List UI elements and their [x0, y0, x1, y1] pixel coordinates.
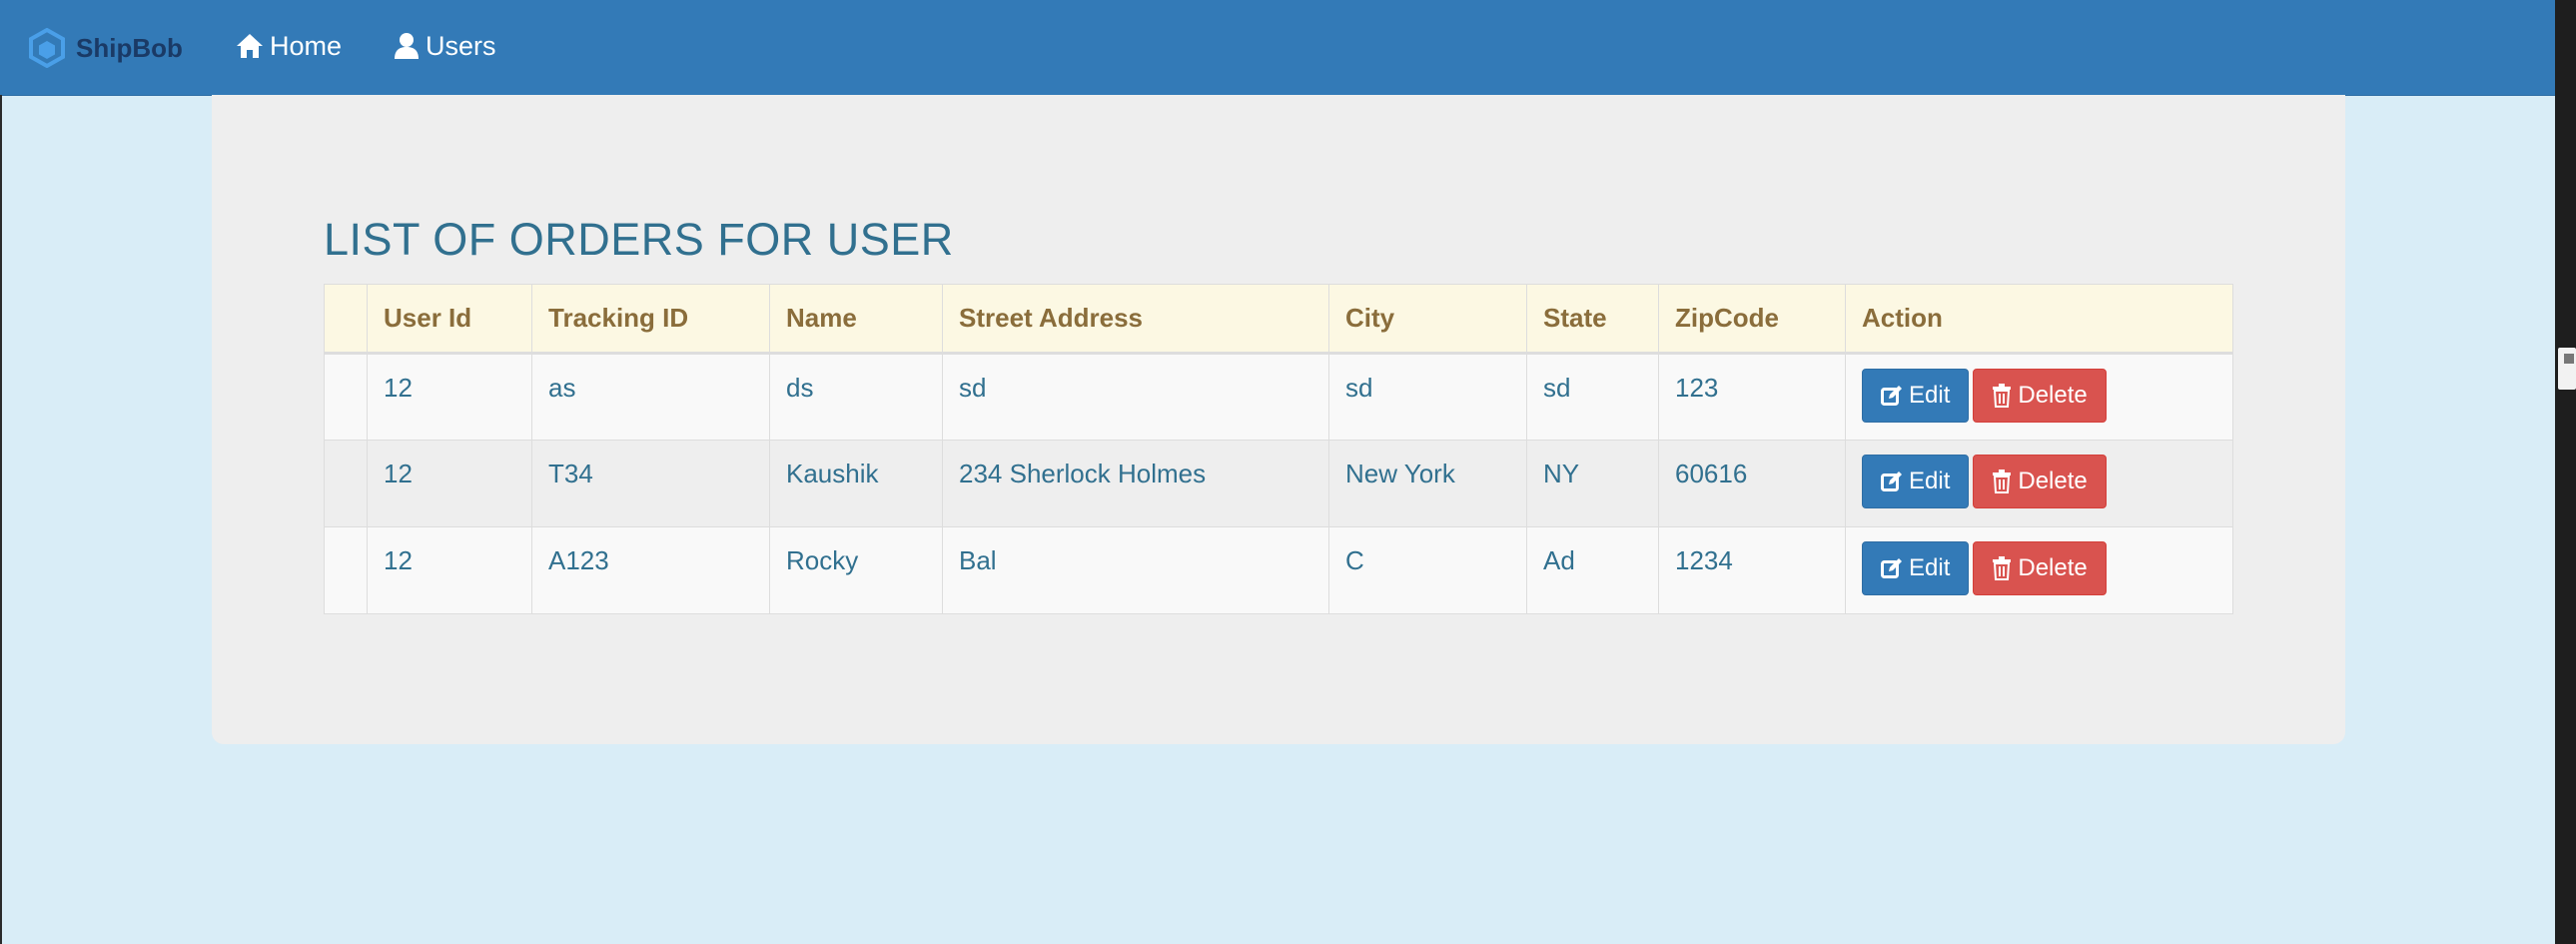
cell-action: Edit Delete [1845, 353, 2233, 441]
cell-state: NY [1526, 440, 1659, 527]
cell-user-id: 12 [367, 526, 532, 614]
row-blank-cell [324, 440, 368, 527]
cell-action: Edit Delete [1845, 526, 2233, 614]
column-header-user-id: User Id [367, 284, 532, 355]
cell-state: sd [1526, 353, 1659, 441]
column-header-state: State [1526, 284, 1659, 355]
cell-city: New York [1328, 440, 1527, 527]
orders-table: User Id Tracking ID Name Street Address … [324, 284, 2233, 614]
table-header-row: User Id Tracking ID Name Street Address … [324, 284, 2233, 355]
edit-button[interactable]: Edit [1862, 541, 1970, 595]
cell-user-id: 12 [367, 440, 532, 527]
cell-name: Rocky [769, 526, 943, 614]
delete-button[interactable]: Delete [1973, 369, 2107, 423]
delete-button-label: Delete [2018, 468, 2088, 494]
delete-button-label: Delete [2018, 382, 2088, 409]
cell-street-address: 234 Sherlock Holmes [942, 440, 1329, 527]
delete-button[interactable]: Delete [1973, 455, 2107, 508]
nav-users-label: Users [426, 30, 496, 61]
edit-button-label: Edit [1909, 382, 1951, 409]
cell-name: Kaushik [769, 440, 943, 527]
table-row: 12 A123 Rocky Bal C Ad 1234 Edit Delete [324, 526, 2233, 614]
edit-button-label: Edit [1909, 554, 1951, 581]
edit-button[interactable]: Edit [1862, 369, 1970, 423]
column-header-tracking-id: Tracking ID [531, 284, 770, 355]
window-left-edge [0, 95, 2, 944]
delete-button[interactable]: Delete [1973, 541, 2107, 595]
column-header-city: City [1328, 284, 1527, 355]
cell-street-address: sd [942, 353, 1329, 441]
column-header-name: Name [769, 284, 943, 355]
cell-name: ds [769, 353, 943, 441]
delete-button-label: Delete [2018, 554, 2088, 581]
trash-icon [1993, 470, 2012, 493]
edit-icon [1881, 472, 1902, 491]
edit-icon [1881, 386, 1902, 406]
cell-zipcode: 123 [1658, 353, 1846, 441]
brand-link[interactable]: ShipBob [28, 24, 183, 72]
shipbob-logo-icon [29, 28, 65, 68]
cell-tracking-id: T34 [531, 440, 770, 527]
top-navbar: ShipBob Home Users [0, 0, 2555, 96]
page-title: LIST OF ORDERS FOR USER [324, 214, 954, 265]
row-blank-cell [324, 353, 368, 441]
edit-icon [1881, 558, 1902, 578]
cell-city: sd [1328, 353, 1527, 441]
side-widget[interactable] [2558, 348, 2576, 390]
cell-state: Ad [1526, 526, 1659, 614]
column-header-zipcode: ZipCode [1658, 284, 1846, 355]
cell-user-id: 12 [367, 353, 532, 441]
side-panel-edge [2555, 0, 2576, 944]
nav-home[interactable]: Home [236, 26, 342, 66]
column-header-street-address: Street Address [942, 284, 1329, 355]
nav-home-label: Home [270, 30, 343, 61]
cell-action: Edit Delete [1845, 440, 2233, 527]
cell-street-address: Bal [942, 526, 1329, 614]
edit-button[interactable]: Edit [1862, 455, 1970, 508]
row-blank-cell [324, 526, 368, 614]
cell-tracking-id: as [531, 353, 770, 441]
side-widget-marker [2564, 354, 2574, 364]
cell-zipcode: 60616 [1658, 440, 1846, 527]
table-row: 12 as ds sd sd sd 123 Edit Delete [324, 353, 2233, 441]
edit-button-label: Edit [1909, 468, 1951, 494]
cell-zipcode: 1234 [1658, 526, 1846, 614]
column-header-action: Action [1845, 284, 2233, 355]
trash-icon [1993, 556, 2012, 580]
home-icon [237, 34, 263, 58]
cell-tracking-id: A123 [531, 526, 770, 614]
table-row: 12 T34 Kaushik 234 Sherlock Holmes New Y… [324, 440, 2233, 527]
trash-icon [1993, 384, 2012, 408]
column-header-blank [324, 284, 368, 355]
nav-users[interactable]: Users [394, 26, 496, 66]
cell-city: C [1328, 526, 1527, 614]
brand-name: ShipBob [76, 32, 183, 63]
user-icon [395, 33, 419, 59]
